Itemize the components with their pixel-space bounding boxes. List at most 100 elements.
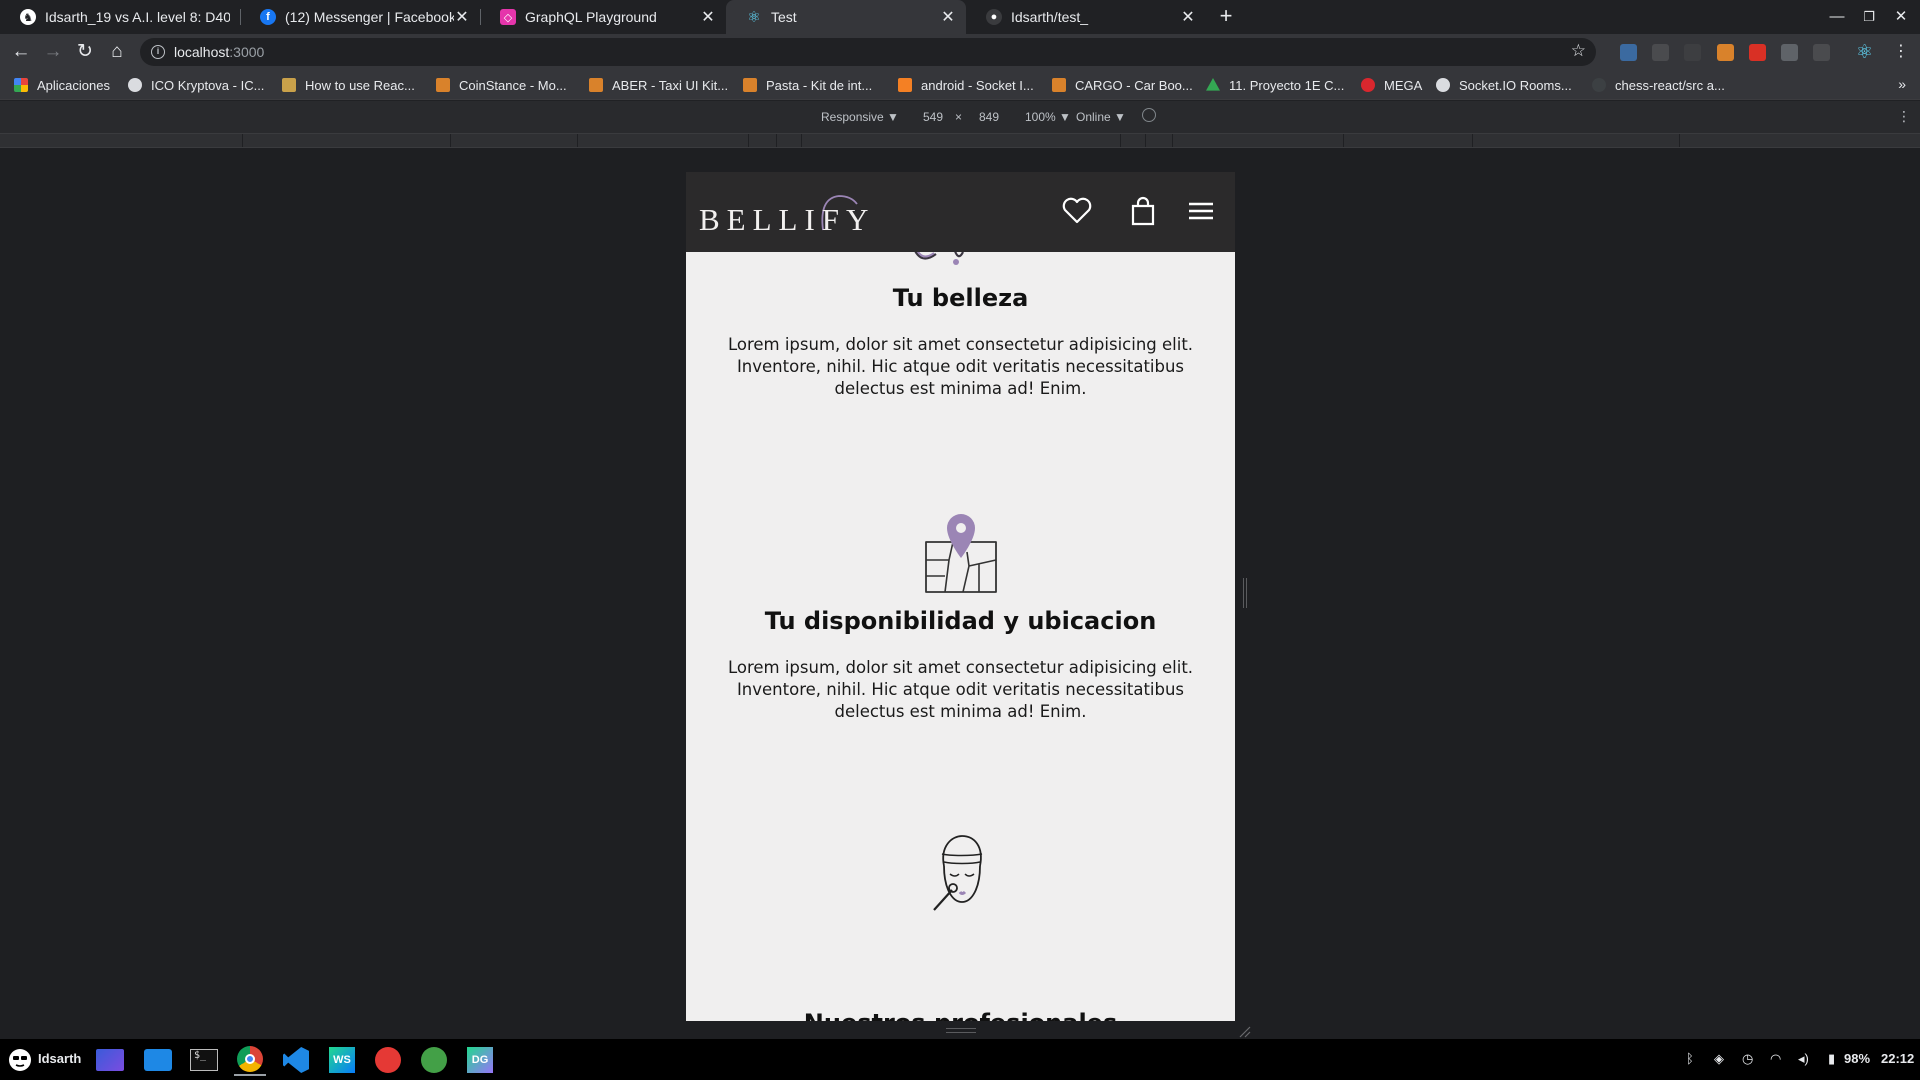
- tab-title: Test: [771, 9, 797, 25]
- wifi-icon[interactable]: ◠: [1770, 1051, 1781, 1067]
- shopping-bag-icon[interactable]: [1126, 194, 1160, 228]
- clock-status-icon[interactable]: ◷: [1742, 1051, 1753, 1067]
- resize-handle-right[interactable]: [1243, 578, 1247, 608]
- app-launcher-icon[interactable]: [94, 1044, 126, 1076]
- close-tab-icon[interactable]: ✕: [454, 7, 470, 27]
- address-url: localhost:3000: [174, 44, 265, 60]
- chrome-icon[interactable]: [234, 1044, 266, 1076]
- bookmark-item[interactable]: chess-react/src a...: [1592, 76, 1725, 94]
- resize-corner-icon[interactable]: [1238, 1026, 1252, 1038]
- bookmark-item[interactable]: MEGA: [1361, 76, 1422, 94]
- ruler-segment: [1145, 134, 1146, 147]
- tab-title: (12) Messenger | Facebook: [285, 9, 454, 25]
- bookmark-item[interactable]: CoinStance - Mo...: [436, 76, 567, 94]
- ruler-segment: [1343, 134, 1344, 147]
- restore-icon[interactable]: ❐: [1858, 6, 1880, 28]
- taskbar: Idsarth $_ WS DG ᛒ ◈ ◷ ◠ ◂) ▮ 98% 22:12: [0, 1039, 1920, 1080]
- heart-icon[interactable]: [1060, 194, 1094, 228]
- brand-logo[interactable]: BELLIFY: [699, 190, 889, 240]
- extension-icon[interactable]: [1684, 44, 1701, 61]
- bookmark-apps[interactable]: Aplicaciones: [14, 76, 110, 94]
- address-bar[interactable]: i localhost:3000 ☆: [140, 38, 1596, 66]
- extension-icon[interactable]: [1652, 44, 1669, 61]
- close-tab-icon[interactable]: ✕: [700, 7, 716, 27]
- bookmark-item[interactable]: Socket.IO Rooms...: [1436, 76, 1572, 94]
- emulated-viewport-area: BELLIFY Tu belleza Lorem ipsum, dolor si…: [0, 148, 1920, 1039]
- volume-icon[interactable]: ◂): [1798, 1051, 1809, 1067]
- datagrip-icon[interactable]: DG: [464, 1044, 496, 1076]
- bookmark-favicon-icon: [282, 78, 296, 92]
- react-devtools-icon[interactable]: ⚛: [1856, 43, 1873, 62]
- device-more-icon[interactable]: ⋮: [1897, 108, 1911, 125]
- extension-icon[interactable]: [1781, 44, 1798, 61]
- vpn-shield-icon[interactable]: ◈: [1714, 1051, 1724, 1067]
- extension-icon[interactable]: [1620, 44, 1637, 61]
- menu-kebab-icon[interactable]: ⋮: [1888, 39, 1914, 65]
- extension-icon[interactable]: [1717, 44, 1734, 61]
- tab-graphql[interactable]: ◇ GraphQL Playground ✕: [480, 0, 726, 34]
- bookmark-item[interactable]: ABER - Taxi UI Kit...: [589, 76, 728, 94]
- browser-toolbar: ← → ↻ ⌂ i localhost:3000 ☆ ⚛ ⋮: [0, 34, 1920, 70]
- bluetooth-icon[interactable]: ᛒ: [1686, 1051, 1694, 1066]
- bookmark-favicon-icon: [128, 78, 142, 92]
- hamburger-menu-icon[interactable]: [1184, 194, 1218, 228]
- site-info-icon[interactable]: i: [151, 45, 165, 59]
- tab-strip: ♞ Idsarth_19 vs A.I. level 8: D40 f (12)…: [0, 0, 1920, 34]
- extension-icon[interactable]: [1749, 44, 1766, 61]
- minimize-icon[interactable]: —: [1826, 6, 1848, 28]
- tab-messenger[interactable]: f (12) Messenger | Facebook ✕: [240, 0, 480, 34]
- bookmark-star-icon[interactable]: ☆: [1571, 41, 1586, 61]
- device-screen[interactable]: BELLIFY Tu belleza Lorem ipsum, dolor si…: [686, 172, 1235, 1021]
- user-avatar-icon[interactable]: [4, 1044, 36, 1076]
- ruler-segment: [776, 134, 777, 147]
- network-throttle-select[interactable]: Online ▼: [1076, 110, 1126, 124]
- tab-chess[interactable]: ♞ Idsarth_19 vs A.I. level 8: D40: [0, 0, 240, 34]
- device-toolbar: Responsive ▼ 549 × 849 100% ▼ Online ▼ ⋮: [0, 101, 1920, 133]
- rotate-icon[interactable]: [1142, 108, 1156, 122]
- ruler-segment: [1120, 134, 1121, 147]
- taskbar-username[interactable]: Idsarth: [38, 1051, 81, 1066]
- forward-icon[interactable]: →: [40, 39, 66, 65]
- facial-care-icon: [933, 835, 983, 911]
- maps-app-icon[interactable]: [418, 1044, 450, 1076]
- webstorm-icon[interactable]: WS: [326, 1044, 358, 1076]
- ruler-segment: [801, 134, 802, 147]
- github-icon: ●: [986, 9, 1002, 25]
- resize-handle-bottom[interactable]: [946, 1028, 976, 1033]
- section-title: Nuestros profesionales: [686, 1009, 1235, 1021]
- ruler-segment: [242, 134, 243, 147]
- vscode-icon[interactable]: [280, 1044, 312, 1076]
- device-width-input[interactable]: 549: [923, 110, 943, 124]
- apps-grid-icon: [14, 78, 28, 92]
- record-app-icon[interactable]: [372, 1044, 404, 1076]
- bookmark-favicon-icon: [743, 78, 757, 92]
- bookmarks-overflow-button[interactable]: »: [1898, 76, 1906, 92]
- extension-icon[interactable]: [1813, 44, 1830, 61]
- battery-icon[interactable]: ▮: [1828, 1051, 1835, 1067]
- device-mode-select[interactable]: Responsive ▼: [821, 110, 899, 124]
- close-tab-icon[interactable]: ✕: [940, 7, 956, 27]
- section-title: Tu disponibilidad y ubicacion: [764, 607, 1157, 635]
- tab-title: Idsarth_19 vs A.I. level 8: D40: [45, 9, 230, 25]
- back-icon[interactable]: ←: [8, 39, 34, 65]
- device-height-input[interactable]: 849: [979, 110, 999, 124]
- zoom-select[interactable]: 100% ▼: [1025, 110, 1071, 124]
- bookmark-item[interactable]: ICO Kryptova - IC...: [128, 76, 264, 94]
- bookmark-item[interactable]: How to use Reac...: [282, 76, 415, 94]
- clock[interactable]: 22:12: [1881, 1051, 1914, 1066]
- reload-icon[interactable]: ↻: [72, 39, 98, 65]
- bookmark-favicon-icon: [436, 78, 450, 92]
- new-tab-button[interactable]: +: [1213, 4, 1239, 30]
- file-manager-icon[interactable]: [142, 1044, 174, 1076]
- home-icon[interactable]: ⌂: [104, 39, 130, 65]
- terminal-icon[interactable]: $_: [188, 1044, 220, 1076]
- bookmark-item[interactable]: Pasta - Kit de int...: [743, 76, 872, 94]
- close-window-icon[interactable]: ✕: [1890, 6, 1912, 28]
- bookmark-item[interactable]: android - Socket I...: [898, 76, 1034, 94]
- tab-github[interactable]: ● Idsarth/test_ ✕: [966, 0, 1206, 34]
- close-tab-icon[interactable]: ✕: [1180, 7, 1196, 27]
- dimension-separator: ×: [955, 110, 963, 124]
- bookmark-item[interactable]: 11. Proyecto 1E C...: [1206, 76, 1344, 94]
- tab-test[interactable]: ⚛ Test ✕: [726, 0, 966, 34]
- bookmark-item[interactable]: CARGO - Car Boo...: [1052, 76, 1193, 94]
